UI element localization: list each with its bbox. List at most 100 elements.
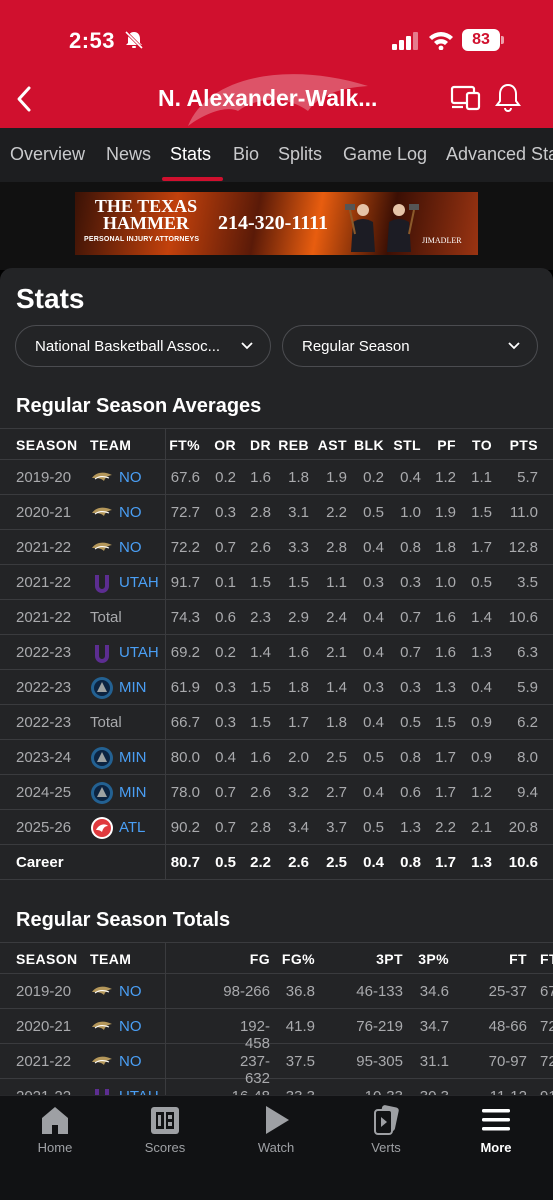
- table-row: 2024-25 MIN 78.0 0.7 2.6 3.2 2.7 0.4 0.6 1.7 1.2 9.…: [0, 775, 553, 810]
- team-link[interactable]: MIN: [119, 679, 147, 696]
- table-row: 2020-21 NO 192-458 41.9 76-219 34.7 48-66 72: [0, 1009, 553, 1052]
- team-link[interactable]: MIN: [119, 784, 147, 801]
- nav-more[interactable]: More: [451, 1104, 541, 1155]
- team-link[interactable]: NO: [119, 983, 142, 1000]
- table-row: 2021-22 NO 237-632 37.5 95-305 31.1 70-97 72: [0, 1044, 553, 1087]
- table-row: 2022-23 Total 66.7 0.3 1.5 1.7 1.8 0.4 0.5 1.5 0.9…: [0, 705, 553, 740]
- stat-cell: 11.0: [509, 504, 538, 521]
- verts-icon: [374, 1105, 399, 1135]
- column-header-3pt: 3PT: [376, 951, 403, 967]
- stats-panel: Stats National Basketball Assoc... Regul…: [0, 268, 553, 1108]
- column-header-team: TEAM: [90, 437, 132, 453]
- team-link[interactable]: MIN: [119, 749, 147, 766]
- column-divider: [165, 429, 166, 459]
- season-cell: 2023-24: [16, 749, 72, 766]
- team-link[interactable]: NO: [119, 539, 142, 556]
- ad-phone: 214-320-1111: [218, 212, 329, 234]
- ad-attorneys-image: [345, 204, 419, 252]
- stat-cell: 1.1: [471, 469, 492, 486]
- column-divider: [165, 530, 166, 564]
- battery-tip: [501, 36, 504, 44]
- column-divider: [165, 845, 166, 879]
- averages-header-row: SEASON TEAM FT% OR DR REB AST BLK STL PF TO PTS: [0, 428, 553, 460]
- cast-device-icon[interactable]: [450, 84, 482, 112]
- nav-home[interactable]: Home: [10, 1104, 100, 1155]
- league-dropdown[interactable]: National Basketball Assoc...: [15, 325, 271, 367]
- totals-header-row: SEASONTEAMFGFG%3PT3P%FTFT: [0, 942, 553, 974]
- nav-scores[interactable]: Scores: [120, 1104, 210, 1155]
- player-tabs: Overview News Stats Bio Splits Game Log …: [0, 128, 553, 182]
- column-divider: [165, 943, 166, 973]
- stat-cell: 1.2: [471, 784, 492, 801]
- table-row: 2021-22 NO 72.2 0.7 2.6 3.3 2.8 0.4 0.8 1.8 1.7 12.…: [0, 530, 553, 565]
- stat-cell: 70-97: [488, 1053, 527, 1070]
- column-divider: [165, 740, 166, 774]
- stat-cell: 9.4: [517, 784, 538, 801]
- table-row: 2020-21 NO 72.7 0.3 2.8 3.1 2.2 0.5 1.0 1.9 1.5 11.…: [0, 495, 553, 530]
- column-header-season: SEASON: [16, 437, 78, 453]
- silent-mode-icon: [124, 30, 144, 50]
- column-divider: [165, 705, 166, 739]
- atl-team-logo-icon: [91, 817, 113, 839]
- stat-cell: 72: [540, 1053, 553, 1070]
- back-arrow-icon[interactable]: [12, 84, 38, 114]
- stat-cell: 31.1: [419, 1053, 449, 1070]
- tab-bio[interactable]: Bio: [233, 144, 259, 165]
- season-type-dropdown-value: Regular Season: [302, 338, 410, 355]
- tab-game-log[interactable]: Game Log: [343, 144, 427, 165]
- season-cell: 2025-26: [16, 819, 72, 836]
- stat-cell: 1.5: [471, 504, 492, 521]
- totals-table: SEASONTEAMFGFG%3PT3P%FTFT2019-20NO98-266…: [0, 942, 553, 1108]
- ad-brand: JIMADLER: [422, 236, 462, 245]
- tab-advanced-stats[interactable]: Advanced Sta: [446, 144, 553, 165]
- home-icon: [42, 1107, 68, 1134]
- nav-watch-label: Watch: [257, 1140, 295, 1155]
- totals-title: Regular Season Totals: [16, 909, 231, 931]
- tab-news[interactable]: News: [106, 144, 151, 165]
- stat-cell: 10.6: [508, 609, 538, 626]
- battery-indicator: 83: [462, 29, 500, 51]
- stat-cell: 20.8: [508, 819, 538, 836]
- team-link[interactable]: NO: [119, 1053, 142, 1070]
- chevron-down-icon: [508, 342, 520, 350]
- nav-verts[interactable]: Verts: [341, 1104, 431, 1155]
- tab-stats[interactable]: Stats: [170, 144, 211, 165]
- cellular-signal-icon: [392, 32, 418, 50]
- chevron-down-icon: [241, 342, 253, 350]
- advertisement-banner[interactable]: THE TEXAS HAMMER PERSONAL INJURY ATTORNE…: [75, 192, 478, 255]
- team-link[interactable]: NO: [119, 469, 142, 486]
- stat-cell: 5.7: [517, 469, 538, 486]
- team-link[interactable]: NO: [119, 504, 142, 521]
- team-link[interactable]: ATL: [119, 819, 145, 836]
- table-row: 2022-23 UTAH 69.2 0.2 1.4 1.6 2.1 0.4 0.7 1.6 1.3 6…: [0, 635, 553, 670]
- averages-table: SEASON TEAM FT% OR DR REB AST BLK STL PF TO PTS 2019…: [0, 428, 553, 880]
- min-team-logo-icon: [91, 747, 113, 769]
- table-row: 2022-23 MIN 61.9 0.3 1.5 1.8 1.4 0.3 0.3 1.3 0.4 5.…: [0, 670, 553, 705]
- stat-cell: 5.9: [517, 679, 538, 696]
- stat-cell: 1.4: [471, 609, 492, 626]
- nav-watch[interactable]: Watch: [231, 1104, 321, 1155]
- stat-cell: 1.7: [471, 539, 492, 556]
- stat-cell: 3.5: [517, 574, 538, 591]
- season-cell: 2022-23: [16, 644, 72, 661]
- stat-cell: 0.9: [471, 714, 492, 731]
- column-divider: [165, 974, 166, 1008]
- stat-cell: 12.8: [508, 539, 538, 556]
- season-cell: 2021-22: [16, 539, 72, 556]
- tab-overview[interactable]: Overview: [10, 144, 85, 165]
- column-divider: [165, 670, 166, 704]
- season-cell: 2024-25: [16, 784, 72, 801]
- season-cell: 2022-23: [16, 714, 72, 731]
- table-row: 2019-20 NO 67.6 0.2 1.6 1.8 1.9 0.2 0.4 1.2 1.1 5.7: [0, 460, 553, 495]
- column-divider: [165, 1044, 166, 1078]
- stat-cell: 34.7: [419, 1018, 449, 1035]
- column-divider: [165, 460, 166, 494]
- no-team-logo-icon: [92, 472, 112, 481]
- stat-cell: 72: [540, 1018, 553, 1035]
- notification-bell-icon[interactable]: [495, 82, 521, 112]
- season-type-dropdown[interactable]: Regular Season: [282, 325, 538, 367]
- team-link[interactable]: NO: [119, 1018, 142, 1035]
- stat-cell: 1.3: [471, 854, 492, 871]
- stat-cell: 0.5: [471, 574, 492, 591]
- tab-splits[interactable]: Splits: [278, 144, 322, 165]
